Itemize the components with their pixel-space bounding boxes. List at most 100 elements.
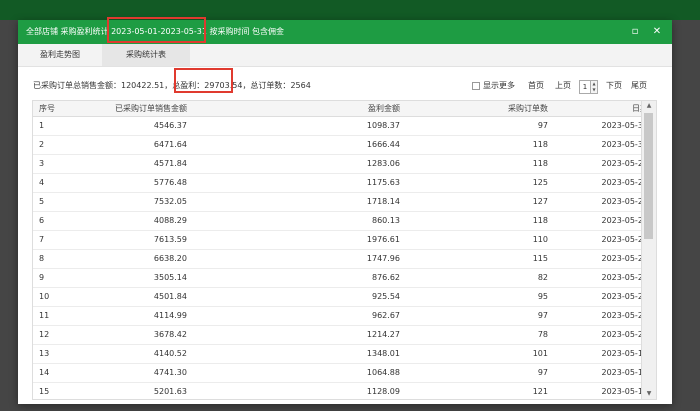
row-sales-amount: 6471.64 — [153, 140, 187, 149]
row-index: 10 — [39, 292, 50, 301]
vertical-scrollbar[interactable]: ▲ ▼ — [641, 101, 656, 399]
maximize-icon[interactable]: ▫ — [630, 27, 640, 37]
table-row[interactable]: 14 4741.30 1064.88 97 2023-05-18 — [33, 363, 648, 382]
row-order-count: 110 — [532, 235, 548, 244]
sales-label: 已采购订单总销售金额： — [33, 81, 121, 90]
row-sales-amount: 4741.30 — [153, 368, 187, 377]
table-row[interactable]: 10 4501.84 925.54 95 2023-05-22 — [33, 287, 648, 306]
page-number-input[interactable]: 1 — [579, 80, 591, 94]
row-sales-amount: 4140.52 — [153, 349, 187, 358]
table-header-row: 序号 已采购订单销售金额 盈利金额 采购订单数 日期 — [33, 101, 648, 117]
row-profit-amount: 860.13 — [372, 216, 400, 225]
row-order-count: 118 — [532, 159, 548, 168]
profit-highlight — [174, 68, 233, 93]
row-index: 14 — [39, 368, 50, 377]
show-more-checkbox[interactable] — [472, 76, 480, 96]
scroll-down-icon[interactable]: ▼ — [642, 389, 656, 399]
first-page-link[interactable]: 首页 — [528, 76, 544, 96]
row-index: 3 — [39, 159, 45, 168]
row-profit-amount: 1283.06 — [366, 159, 400, 168]
row-index: 6 — [39, 216, 45, 225]
row-date: 2023-05-18 — [601, 368, 649, 377]
row-date: 2023-05-27 — [601, 197, 649, 206]
table-row[interactable]: 2 6471.64 1666.44 118 2023-05-30 — [33, 135, 648, 154]
next-page-link[interactable]: 下页 — [606, 76, 622, 96]
col-sales-amount[interactable]: 已采购订单销售金额 — [77, 101, 187, 117]
row-index: 4 — [39, 178, 45, 187]
tab-profit-trend[interactable]: 盈利走势图 — [32, 44, 88, 66]
stats-table: 序号 已采购订单销售金额 盈利金额 采购订单数 日期 1 4546.37 1098.… — [33, 101, 648, 399]
table-row[interactable]: 8 6638.20 1747.96 115 2023-05-24 — [33, 249, 648, 268]
row-sales-amount: 3505.14 — [153, 273, 187, 282]
table-row[interactable]: 3 4571.84 1283.06 118 2023-05-29 — [33, 154, 648, 173]
table-row[interactable]: 5 7532.05 1718.14 127 2023-05-27 — [33, 192, 648, 211]
last-page-link[interactable]: 尾页 — [631, 76, 647, 96]
tab-purchase-stats[interactable]: 采购统计表 — [102, 44, 190, 66]
row-date: 2023-05-29 — [601, 159, 649, 168]
show-more-label[interactable]: 显示更多 — [483, 76, 515, 96]
scroll-up-icon[interactable]: ▲ — [642, 101, 656, 111]
table-row[interactable]: 9 3505.14 876.62 82 2023-05-23 — [33, 268, 648, 287]
row-order-count: 97 — [537, 311, 548, 320]
table-body: 1 4546.37 1098.37 97 2023-05-31 2 6471.64 1666.… — [33, 116, 648, 399]
col-index[interactable]: 序号 — [33, 101, 77, 117]
summary-text: 已采购订单总销售金额：120422.51，总盈利：29703.54，总订单数：2… — [33, 76, 311, 96]
row-profit-amount: 1098.37 — [366, 121, 400, 130]
row-profit-amount: 925.54 — [372, 292, 400, 301]
row-sales-amount: 4546.37 — [153, 121, 187, 130]
row-sales-amount: 4088.29 — [153, 216, 187, 225]
row-profit-amount: 1666.44 — [366, 140, 400, 149]
row-order-count: 78 — [537, 330, 548, 339]
table-row[interactable]: 4 5776.48 1175.63 125 2023-05-28 — [33, 173, 648, 192]
table-row[interactable]: 11 4114.99 962.67 97 2023-05-21 — [33, 306, 648, 325]
row-sales-amount: 4571.84 — [153, 159, 187, 168]
row-profit-amount: 1175.63 — [366, 178, 400, 187]
scrollbar-thumb[interactable] — [644, 113, 653, 239]
page-stepper[interactable]: ▲ ▼ — [591, 80, 598, 94]
col-order-count[interactable]: 采购订单数 — [400, 101, 548, 117]
row-index: 1 — [39, 121, 45, 130]
row-profit-amount: 1976.61 — [366, 235, 400, 244]
row-index: 15 — [39, 387, 50, 396]
row-date: 2023-05-23 — [601, 273, 649, 282]
row-order-count: 118 — [532, 216, 548, 225]
row-profit-amount: 1718.14 — [366, 197, 400, 206]
col-profit-amount[interactable]: 盈利金额 — [187, 101, 400, 117]
row-sales-amount: 6638.20 — [153, 254, 187, 263]
row-profit-amount: 1128.09 — [366, 387, 400, 396]
table-row[interactable]: 7 7613.59 1976.61 110 2023-05-25 — [33, 230, 648, 249]
row-profit-amount: 1214.27 — [366, 330, 400, 339]
row-sales-amount: 3678.42 — [153, 330, 187, 339]
table-row[interactable]: 13 4140.52 1348.01 101 2023-05-19 — [33, 344, 648, 363]
row-date: 2023-05-30 — [601, 140, 649, 149]
prev-page-link[interactable]: 上页 — [555, 76, 571, 96]
row-order-count: 95 — [537, 292, 548, 301]
orders-label: ，总订单数： — [242, 81, 291, 90]
close-icon[interactable]: ✕ — [652, 27, 662, 37]
row-profit-amount: 1747.96 — [366, 254, 400, 263]
row-index: 5 — [39, 197, 45, 206]
table-row[interactable]: 15 5201.63 1128.09 121 2023-05-17 — [33, 382, 648, 399]
row-order-count: 118 — [532, 140, 548, 149]
row-order-count: 97 — [537, 368, 548, 377]
row-sales-amount: 7532.05 — [153, 197, 187, 206]
row-profit-amount: 962.67 — [372, 311, 400, 320]
row-date: 2023-05-19 — [601, 349, 649, 358]
row-order-count: 82 — [537, 273, 548, 282]
row-profit-amount: 1064.88 — [366, 368, 400, 377]
row-index: 9 — [39, 273, 45, 282]
stepper-down-icon[interactable]: ▼ — [591, 87, 597, 93]
row-date: 2023-05-22 — [601, 292, 649, 301]
table-row[interactable]: 6 4088.29 860.13 118 2023-05-26 — [33, 211, 648, 230]
sales-value: 120422.51 — [121, 81, 165, 90]
col-date[interactable]: 日期 — [548, 101, 648, 117]
row-order-count: 125 — [532, 178, 548, 187]
date-range-highlight — [107, 17, 206, 43]
table-row[interactable]: 1 4546.37 1098.37 97 2023-05-31 — [33, 116, 648, 135]
row-index: 7 — [39, 235, 45, 244]
row-date: 2023-05-28 — [601, 178, 649, 187]
table-row[interactable]: 12 3678.42 1214.27 78 2023-05-20 — [33, 325, 648, 344]
pager: 显示更多 首页 上页 1 ▲ ▼ 下页 尾页 — [472, 76, 672, 96]
row-sales-amount: 4114.99 — [153, 311, 187, 320]
profit-stats-dialog: 全部店铺 采购盈利统计 2023-05-01-2023-05-31 按采购时间 … — [18, 17, 672, 404]
